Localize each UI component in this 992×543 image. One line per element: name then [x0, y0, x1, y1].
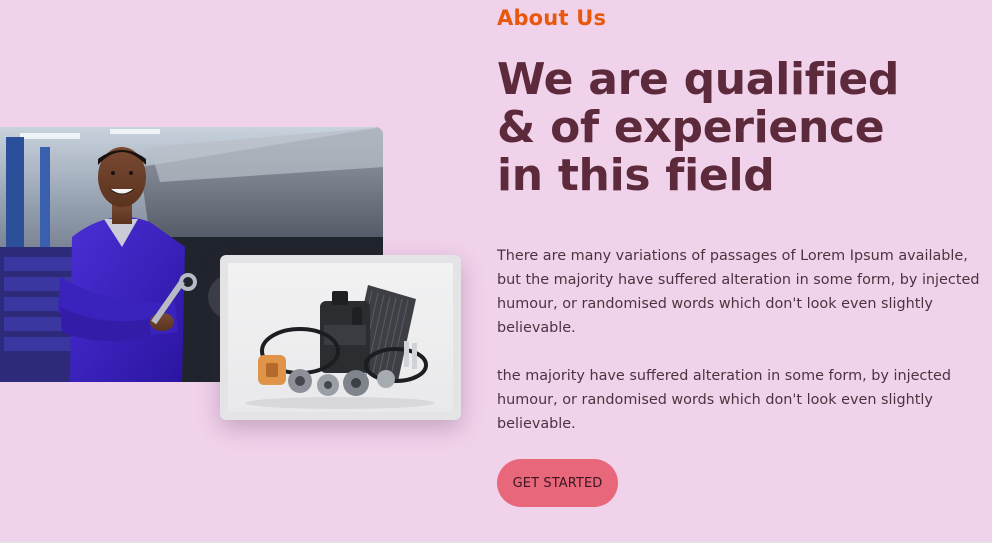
- about-paragraph-1: There are many variations of passages of…: [497, 248, 980, 336]
- get-started-button[interactable]: GET STARTED: [497, 459, 618, 507]
- headline-line-2: & of experience: [497, 102, 885, 153]
- headline-line-1: We are qualified: [497, 54, 900, 105]
- headline-line-3: in this field: [497, 150, 775, 201]
- about-paragraph-2: the majority have suffered alteration in…: [497, 368, 951, 432]
- section-eyebrow: About Us: [497, 6, 607, 30]
- about-section: About Us We are qualified & of experienc…: [0, 0, 992, 543]
- auto-parts-photo: [220, 255, 461, 420]
- section-headline: We are qualified & of experience in this…: [497, 56, 937, 200]
